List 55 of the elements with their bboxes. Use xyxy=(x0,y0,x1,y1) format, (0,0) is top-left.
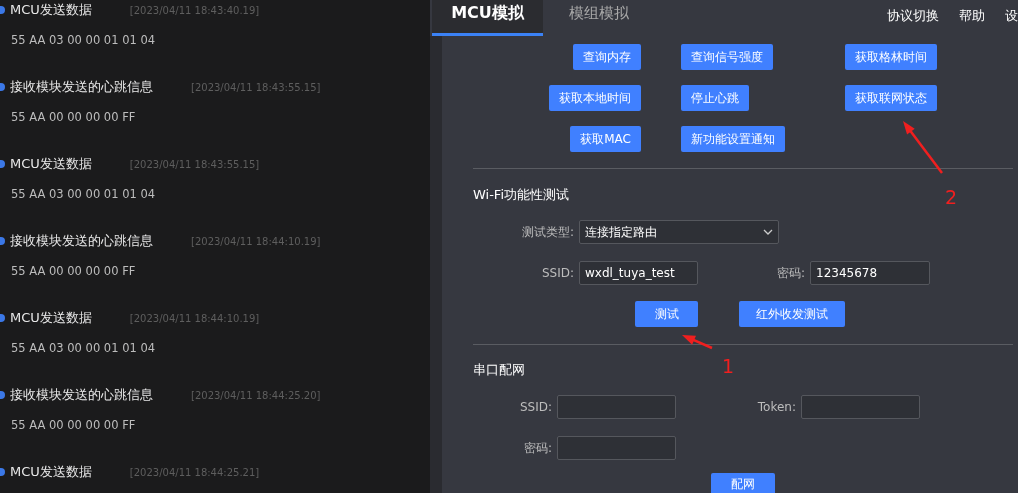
field-label: 密码: xyxy=(775,264,805,282)
command-button[interactable]: 查询信号强度 xyxy=(681,44,773,70)
log-timestamp: [2023/04/11 18:44:25.20] xyxy=(191,389,321,401)
command-button[interactable]: 获取本地时间 xyxy=(549,85,641,111)
log-title: MCU发送数据 xyxy=(10,309,92,327)
ssid-field[interactable] xyxy=(557,395,676,419)
command-button[interactable]: 获取联网状态 xyxy=(845,85,937,111)
log-title: MCU发送数据 xyxy=(10,155,92,173)
log-data: 55 AA 00 00 00 00 FF xyxy=(11,418,136,432)
test-button[interactable]: 测试 xyxy=(635,301,698,327)
log-data: 55 AA 00 00 00 00 FF xyxy=(11,264,136,278)
ssid-field[interactable]: wxdl_tuya_test xyxy=(579,261,698,285)
log-data: 55 AA 03 00 00 01 01 04 xyxy=(11,33,156,47)
field-label: SSID: xyxy=(540,266,574,280)
log-data: 55 AA 03 00 00 01 01 04 xyxy=(11,341,156,355)
log-timestamp: [2023/04/11 18:44:25.21] xyxy=(129,466,260,478)
test-button[interactable]: 红外收发测试 xyxy=(739,301,845,327)
menu-item[interactable]: 帮助 xyxy=(959,7,985,25)
config-button[interactable]: 配网 xyxy=(711,473,775,493)
tab[interactable]: MCU模拟 xyxy=(432,0,543,36)
section-title: 串口配网 xyxy=(473,361,525,379)
log-title: 接收模块发送的心跳信息 xyxy=(10,232,153,250)
command-button[interactable]: 停止心跳 xyxy=(681,85,749,111)
log-timestamp: [2023/04/11 18:43:40.19] xyxy=(129,4,260,16)
menu-item[interactable]: 协议切换 xyxy=(887,7,939,25)
section-title: Wi-Fi功能性测试 xyxy=(473,186,569,204)
log-title: 接收模块发送的心跳信息 xyxy=(10,386,153,404)
password-field[interactable] xyxy=(557,436,676,460)
log-title: MCU发送数据 xyxy=(10,463,92,481)
test-type-select[interactable]: 连接指定路由 xyxy=(579,220,779,244)
command-button[interactable]: 新功能设置通知 xyxy=(681,126,785,152)
log-timestamp: [2023/04/11 18:44:10.19] xyxy=(191,235,321,247)
log-title: MCU发送数据 xyxy=(10,1,92,19)
menu-item[interactable]: 设 xyxy=(1005,7,1018,25)
field-label: Token: xyxy=(756,400,796,414)
annotation-number: 2 xyxy=(945,186,958,208)
log-data: 55 AA 00 00 00 00 FF xyxy=(11,110,136,124)
annotation-number: 1 xyxy=(722,355,735,377)
field-label: 测试类型: xyxy=(520,223,574,241)
log-timestamp: [2023/04/11 18:43:55.15] xyxy=(191,81,321,93)
annotation-arrow xyxy=(682,335,713,350)
chevron-down-icon xyxy=(763,229,773,235)
log-data: 55 AA 03 00 00 01 01 04 xyxy=(11,187,156,201)
annotation-arrow xyxy=(903,121,943,174)
command-button[interactable]: 获取MAC xyxy=(570,126,641,152)
log-title: 接收模块发送的心跳信息 xyxy=(10,78,153,96)
log-timestamp: [2023/04/11 18:43:55.15] xyxy=(129,158,260,170)
password-field[interactable]: 12345678 xyxy=(810,261,930,285)
log-timestamp: [2023/04/11 18:44:10.19] xyxy=(129,312,260,324)
field-label: 密码: xyxy=(522,439,552,457)
command-button[interactable]: 查询内存 xyxy=(573,44,641,70)
token-field[interactable] xyxy=(801,395,920,419)
field-label: SSID: xyxy=(518,400,552,414)
tab[interactable]: 模组模拟 xyxy=(543,0,654,36)
command-button[interactable]: 获取格林时间 xyxy=(845,44,937,70)
